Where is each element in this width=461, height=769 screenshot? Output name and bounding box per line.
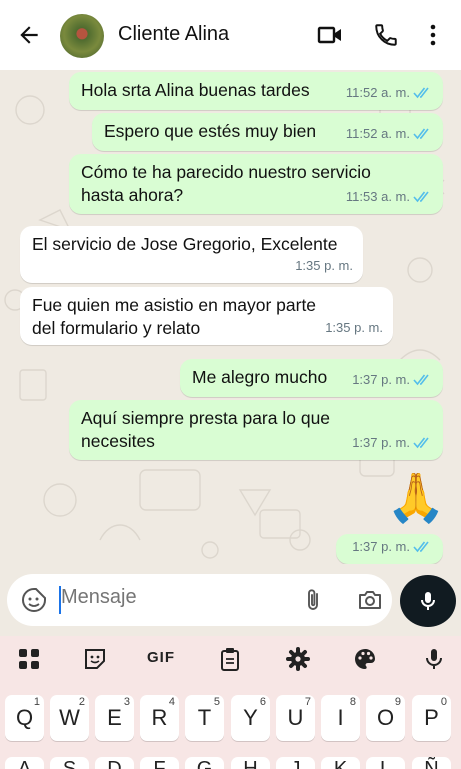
key-w[interactable]: W2 xyxy=(50,695,89,741)
settings-gear-icon[interactable] xyxy=(285,646,311,672)
keyboard: GIF Q1 W2 E3 R4 T5 Y6 U7 I8 O9 P0 xyxy=(0,636,461,769)
message-meta: 11:53 a. m. xyxy=(346,185,433,208)
key-j[interactable]: J xyxy=(276,757,315,769)
message-meta: 1:37 p. m. xyxy=(352,535,433,558)
message-time: 11:52 a. m. xyxy=(345,85,410,100)
back-arrow-icon[interactable] xyxy=(16,22,42,48)
key-u[interactable]: U7 xyxy=(276,695,315,741)
chat-header: Cliente Alina xyxy=(0,0,461,70)
video-call-icon[interactable] xyxy=(316,22,344,48)
read-ticks-icon xyxy=(413,128,429,139)
key-q[interactable]: Q1 xyxy=(5,695,44,741)
key-a[interactable]: A xyxy=(5,757,44,769)
mic-icon xyxy=(421,592,435,610)
contact-avatar[interactable] xyxy=(60,14,104,58)
read-ticks-icon xyxy=(413,541,429,552)
message-meta: 11:52 a. m. xyxy=(346,122,433,145)
message-meta: 1:37 p. m. xyxy=(352,368,433,391)
clipboard-icon[interactable] xyxy=(217,646,243,672)
voice-record-button[interactable] xyxy=(400,575,456,627)
read-ticks-icon xyxy=(413,437,429,448)
more-options-icon[interactable] xyxy=(421,22,445,48)
message-bubble-outgoing[interactable]: 1:37 p. m. xyxy=(336,534,443,564)
contact-name[interactable]: Cliente Alina xyxy=(118,23,229,46)
message-time: 11:52 a. m. xyxy=(345,126,410,141)
attach-icon[interactable] xyxy=(302,587,324,613)
apps-grid-icon[interactable] xyxy=(16,646,42,672)
message-bubble-incoming[interactable]: Fue quien me asistio en mayor parte del … xyxy=(20,287,393,345)
chat-area[interactable]: Hola srta Alina buenas tardes 11:52 a. m… xyxy=(0,70,461,564)
read-ticks-icon xyxy=(413,191,429,202)
message-text: Cómo te ha parecido nuestro servicio has… xyxy=(81,162,371,205)
message-text: Fue quien me asistio en mayor parte del … xyxy=(32,295,317,338)
key-e[interactable]: E3 xyxy=(95,695,134,741)
message-time: 1:35 p. m. xyxy=(295,258,353,273)
key-s[interactable]: S xyxy=(50,757,89,769)
message-text: Aquí siempre presta para lo que necesite… xyxy=(81,408,331,451)
palette-icon[interactable] xyxy=(352,646,378,672)
message-time: 1:35 p. m. xyxy=(325,320,383,335)
message-bubble-outgoing[interactable]: Aquí siempre presta para lo que necesite… xyxy=(69,400,443,460)
keyboard-toolbar: GIF xyxy=(0,636,461,682)
message-meta: 11:52 a. m. xyxy=(346,81,433,104)
key-r[interactable]: R4 xyxy=(140,695,179,741)
key-k[interactable]: K xyxy=(321,757,360,769)
camera-icon[interactable] xyxy=(356,587,384,613)
message-time: 1:37 p. m. xyxy=(352,372,410,387)
key-y[interactable]: Y6 xyxy=(231,695,270,741)
message-meta: 1:37 p. m. xyxy=(352,431,433,454)
message-bubble-outgoing[interactable]: Cómo te ha parecido nuestro servicio has… xyxy=(69,154,443,214)
key-l[interactable]: L xyxy=(366,757,405,769)
message-text: Me alegro mucho xyxy=(192,367,328,387)
message-bubble-outgoing[interactable]: Hola srta Alina buenas tardes 11:52 a. m… xyxy=(69,72,443,110)
message-meta: 1:35 p. m. xyxy=(295,254,353,277)
emoji-message[interactable]: 🙏 xyxy=(386,468,446,530)
key-o[interactable]: O9 xyxy=(366,695,405,741)
key-t[interactable]: T5 xyxy=(185,695,224,741)
message-meta: 1:35 p. m. xyxy=(325,316,383,339)
voice-call-icon[interactable] xyxy=(372,22,400,48)
sticker-icon[interactable] xyxy=(21,587,47,613)
message-composer xyxy=(7,574,392,626)
message-bubble-incoming[interactable]: El servicio de Jose Gregorio, Excelente … xyxy=(20,226,363,283)
message-time: 11:53 a. m. xyxy=(345,189,410,204)
message-input[interactable] xyxy=(61,586,281,609)
message-time: 1:37 p. m. xyxy=(352,435,410,450)
key-g[interactable]: G xyxy=(185,757,224,769)
message-text: El servicio de Jose Gregorio, Excelente xyxy=(32,234,338,254)
key-f[interactable]: F xyxy=(140,757,179,769)
message-text: Hola srta Alina buenas tardes xyxy=(81,80,310,100)
key-d[interactable]: D xyxy=(95,757,134,769)
key-i[interactable]: I8 xyxy=(321,695,360,741)
message-text: Espero que estés muy bien xyxy=(104,121,317,141)
gif-button[interactable]: GIF xyxy=(147,649,175,666)
message-bubble-outgoing[interactable]: Me alegro mucho 1:37 p. m. xyxy=(180,359,443,397)
sticker-icon[interactable] xyxy=(82,646,108,672)
key-h[interactable]: H xyxy=(231,757,270,769)
read-ticks-icon xyxy=(413,374,429,385)
key-p[interactable]: P0 xyxy=(412,695,451,741)
read-ticks-icon xyxy=(413,87,429,98)
message-bubble-outgoing[interactable]: Espero que estés muy bien 11:52 a. m. xyxy=(92,113,443,151)
key-enye[interactable]: Ñ xyxy=(412,757,451,769)
message-time: 1:37 p. m. xyxy=(352,539,410,554)
mic-icon[interactable] xyxy=(421,646,447,672)
